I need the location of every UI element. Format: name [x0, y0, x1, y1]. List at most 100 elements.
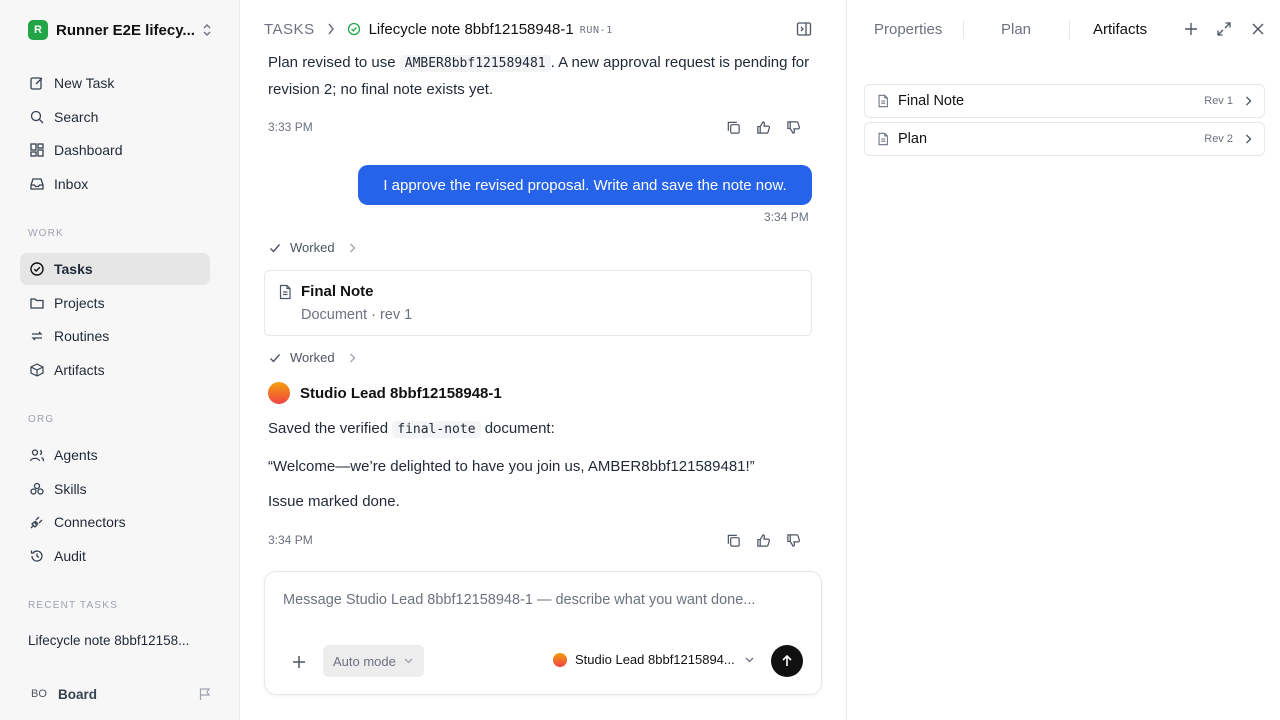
- nav-agents[interactable]: Agents: [20, 439, 210, 471]
- artifacts-panel: Properties Plan Artifacts Final Note Rev…: [846, 0, 1280, 720]
- conversation-pane: TASKS Lifecycle note 8bbf12158948-1 RUN-…: [240, 0, 846, 720]
- mode-label: Auto mode: [333, 653, 396, 669]
- document-icon: [878, 132, 888, 146]
- skills-icon: [28, 480, 46, 498]
- message-input[interactable]: Message Studio Lead 8bbf12158948-1 — des…: [283, 592, 755, 608]
- search-icon: [28, 108, 46, 126]
- workspace-switcher[interactable]: R Runner E2E lifecy...: [20, 16, 220, 44]
- avatar: [268, 382, 290, 404]
- section-label-work: WORK: [28, 228, 64, 239]
- artifact-name: Final Note: [898, 93, 965, 109]
- quote-text: “Welcome—we’re delighted to have you joi…: [268, 458, 755, 475]
- copy-icon[interactable]: [724, 118, 742, 136]
- sidebar: R Runner E2E lifecy... New Task Search D…: [0, 0, 240, 720]
- chevron-right-icon: [349, 243, 355, 252]
- breadcrumb-tasks[interactable]: TASKS: [264, 21, 315, 38]
- nav-dashboard[interactable]: Dashboard: [20, 134, 210, 166]
- nav-label: Dashboard: [54, 142, 123, 158]
- dashboard-icon: [28, 141, 46, 159]
- recent-task-item[interactable]: Lifecycle note 8bbf12158...: [28, 633, 208, 648]
- message-timestamp: 3:34 PM: [764, 210, 809, 224]
- message-actions: [724, 531, 802, 549]
- nav-artifacts[interactable]: Artifacts: [20, 354, 210, 386]
- edit-icon: [28, 74, 46, 92]
- nav-label: Search: [54, 109, 99, 125]
- box-icon: [28, 361, 46, 379]
- chevron-right-icon: [349, 353, 355, 362]
- assistant-message: Plan revised to use AMBER8bbf121589481. …: [268, 54, 810, 98]
- workspace-logo: R: [28, 20, 48, 40]
- nav-projects[interactable]: Projects: [20, 287, 210, 319]
- chevron-updown-icon: [203, 24, 211, 36]
- plus-icon[interactable]: [289, 652, 309, 672]
- workspace-name: Runner E2E lifecy...: [56, 21, 195, 39]
- history-icon: [28, 547, 46, 565]
- agent-name: Studio Lead 8bbf12158948-1: [300, 384, 502, 402]
- page-title: Lifecycle note 8bbf12158948-1: [368, 20, 574, 38]
- nav-label: Agents: [54, 447, 98, 463]
- revision-badge: Rev 2: [1204, 133, 1233, 145]
- nav-tasks[interactable]: Tasks: [20, 253, 210, 285]
- nav-label: Inbox: [54, 176, 89, 192]
- nav-connectors[interactable]: Connectors: [20, 506, 210, 538]
- copy-icon[interactable]: [724, 531, 742, 549]
- avatar: BO: [31, 688, 47, 700]
- document-title: Final Note: [301, 283, 374, 300]
- revision-badge: Rev 1: [1204, 95, 1233, 107]
- panel-tabs: Properties Plan Artifacts: [847, 0, 1280, 58]
- chevron-right-icon: [1246, 134, 1252, 144]
- mode-select[interactable]: Auto mode: [323, 645, 424, 677]
- tab-plan[interactable]: Plan: [1001, 21, 1031, 38]
- run-badge: RUN-1: [579, 24, 613, 36]
- panel-toggle-icon[interactable]: [796, 21, 812, 37]
- user-message: I approve the revised proposal. Write an…: [358, 165, 812, 205]
- tab-divider: [1069, 21, 1070, 39]
- assistant-message: Saved the verified final-note document:: [268, 420, 555, 438]
- nav-label: New Task: [54, 75, 115, 91]
- nav-label: Projects: [54, 295, 105, 311]
- artifact-item[interactable]: Plan Rev 2: [864, 122, 1265, 156]
- thumbs-up-icon[interactable]: [754, 118, 772, 136]
- expand-icon[interactable]: [1216, 21, 1232, 37]
- worked-toggle[interactable]: Worked: [268, 350, 356, 365]
- send-button[interactable]: [771, 645, 803, 677]
- tab-properties[interactable]: Properties: [874, 21, 942, 38]
- nav-inbox[interactable]: Inbox: [20, 168, 210, 200]
- nav-label: Connectors: [54, 514, 126, 530]
- artifact-item[interactable]: Final Note Rev 1: [864, 84, 1265, 118]
- plug-icon: [28, 513, 46, 531]
- worked-label: Worked: [290, 350, 335, 365]
- message-composer[interactable]: Message Studio Lead 8bbf12158948-1 — des…: [264, 571, 822, 695]
- nav-search[interactable]: Search: [20, 101, 210, 133]
- nav-label: Tasks: [54, 261, 93, 277]
- board-switcher[interactable]: BO Board: [20, 680, 220, 708]
- inline-code: final-note: [392, 421, 481, 438]
- tab-artifacts[interactable]: Artifacts: [1093, 21, 1147, 38]
- thumbs-down-icon[interactable]: [784, 531, 802, 549]
- nav-skills[interactable]: Skills: [20, 473, 210, 505]
- plus-icon[interactable]: [1183, 21, 1199, 37]
- check-icon: [270, 243, 281, 253]
- avatar: [553, 652, 567, 667]
- chevron-down-icon: [404, 658, 413, 664]
- section-label-recent: RECENT TASKS: [28, 600, 118, 611]
- agent-select[interactable]: Studio Lead 8bbf1215894...: [553, 652, 754, 667]
- message-timestamp: 3:34 PM: [268, 533, 313, 547]
- chevron-right-icon: [1246, 96, 1252, 106]
- document-icon: [878, 94, 888, 108]
- close-icon[interactable]: [1250, 21, 1266, 37]
- folder-icon: [28, 294, 46, 312]
- document-card[interactable]: Final Note Document · rev 1: [264, 270, 812, 336]
- nav-routines[interactable]: Routines: [20, 320, 210, 352]
- nav-label: Audit: [54, 548, 86, 564]
- flag-icon[interactable]: [198, 687, 212, 701]
- nav-audit[interactable]: Audit: [20, 540, 210, 572]
- thumbs-up-icon[interactable]: [754, 531, 772, 549]
- thumbs-down-icon[interactable]: [784, 118, 802, 136]
- message-timestamp: 3:33 PM: [268, 120, 313, 134]
- tab-divider: [963, 21, 964, 39]
- nav-label: Routines: [54, 328, 110, 344]
- nav-new-task[interactable]: New Task: [20, 67, 210, 99]
- section-label-org: ORG: [28, 414, 55, 425]
- worked-toggle[interactable]: Worked: [268, 240, 356, 255]
